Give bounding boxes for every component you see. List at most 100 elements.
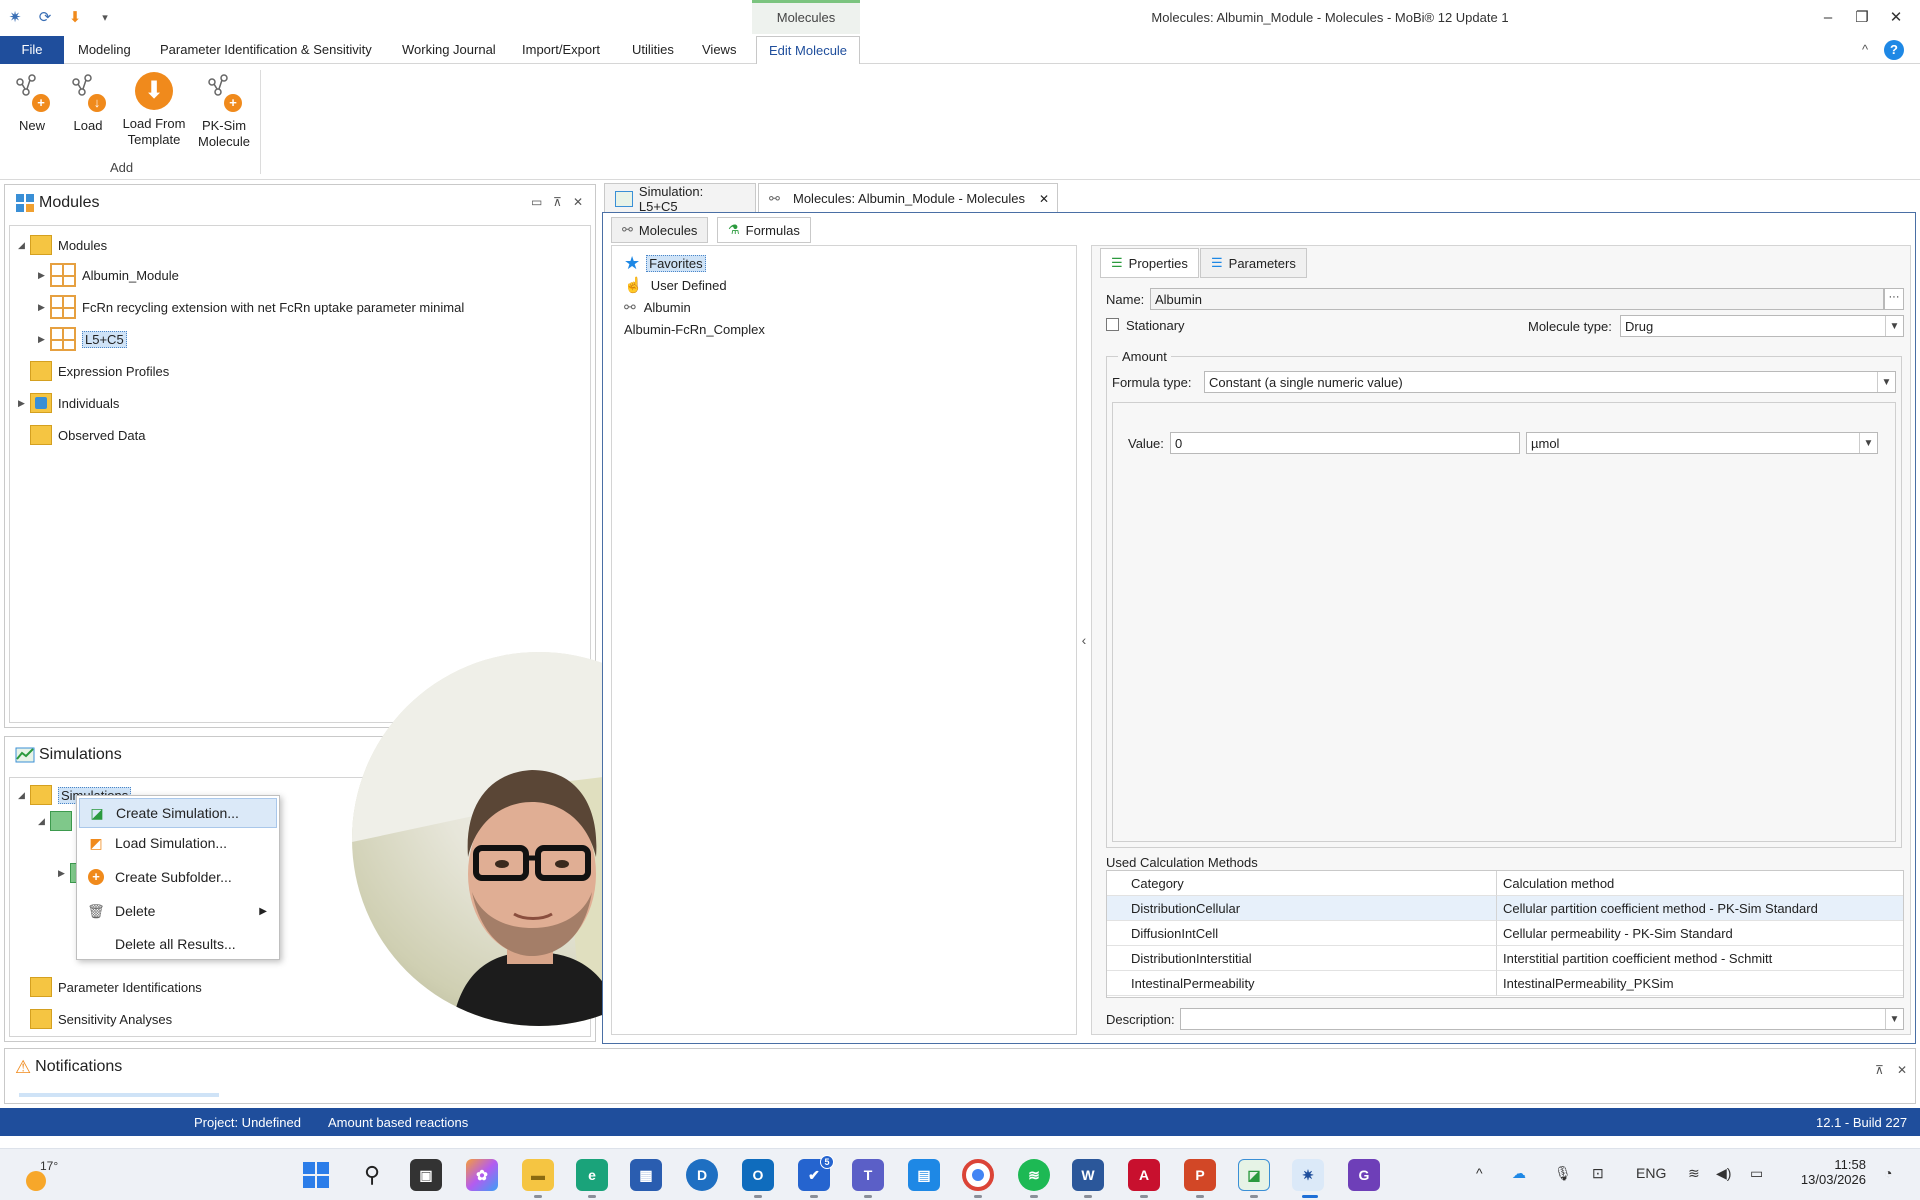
battery-icon[interactable]: ▭: [1750, 1165, 1763, 1182]
collapse-arrow-icon[interactable]: ◢: [18, 240, 30, 251]
load-molecule-button[interactable]: ↓ Load: [64, 70, 112, 134]
stationary-checkbox[interactable]: [1106, 318, 1119, 331]
table-row-category[interactable]: DiffusionIntCell: [1107, 921, 1497, 946]
word-icon[interactable]: W: [1072, 1159, 1104, 1191]
list-item-albumin[interactable]: ⚯ Albumin: [624, 296, 691, 318]
load-simulation-menu-item[interactable]: ◩ Load Simulation...: [79, 828, 277, 858]
panel-pin-icon[interactable]: ⊼: [1875, 1063, 1884, 1077]
menu-edit-molecule[interactable]: Edit Molecule: [756, 36, 861, 65]
tree-item-fcrn-module[interactable]: ▶ FcRn recycling extension with net FcRn …: [38, 295, 464, 319]
powerpoint-icon[interactable]: P: [1184, 1159, 1216, 1191]
edge-icon[interactable]: e: [576, 1159, 608, 1191]
expand-arrow-icon[interactable]: ▶: [58, 868, 70, 879]
delete-all-results-menu-item[interactable]: Delete all Results...: [79, 929, 277, 959]
tree-item-parameter-identifications[interactable]: Parameter Identifications: [18, 976, 202, 998]
close-tab-icon[interactable]: ✕: [1039, 192, 1049, 206]
language-indicator[interactable]: ENG: [1636, 1165, 1666, 1181]
create-simulation-menu-item[interactable]: ◪ Create Simulation...: [79, 798, 277, 828]
table-row-method[interactable]: Cellular partition coefficient method - …: [1497, 896, 1903, 921]
delete-menu-item[interactable]: 🗑 Delete ▶: [79, 896, 277, 926]
start-icon[interactable]: [300, 1159, 332, 1191]
onedrive-icon[interactable]: ☁: [1512, 1165, 1526, 1182]
collapse-arrow-icon[interactable]: ◢: [18, 790, 30, 801]
close-window-button[interactable]: ✕: [1876, 4, 1916, 30]
pk-sim-icon[interactable]: ◪: [1238, 1159, 1270, 1191]
molecule-type-select[interactable]: Drug ▼: [1620, 315, 1904, 337]
table-row-method[interactable]: IntestinalPermeability_PKSim: [1497, 971, 1903, 996]
collapse-arrow-icon[interactable]: ◢: [38, 816, 50, 827]
meet-now-icon[interactable]: ⊡: [1592, 1165, 1604, 1182]
menu-parameter-identification[interactable]: Parameter Identification & Sensitivity: [148, 36, 384, 64]
tab-simulation-l5c5[interactable]: Simulation: L5+C5: [604, 183, 756, 214]
search-icon[interactable]: ⚲: [356, 1159, 388, 1191]
expand-arrow-icon[interactable]: ▶: [38, 270, 50, 281]
formula-type-select[interactable]: Constant (a single numeric value) ▼: [1204, 371, 1896, 393]
table-row-category[interactable]: DistributionInterstitial: [1107, 946, 1497, 971]
menu-import-export[interactable]: Import/Export: [510, 36, 612, 64]
table-row-category[interactable]: DistributionCellular: [1107, 896, 1497, 921]
value-input[interactable]: 0: [1170, 432, 1520, 454]
name-field[interactable]: Albumin: [1150, 288, 1884, 310]
new-project-icon[interactable]: ⟳: [34, 6, 56, 28]
list-item-favorites[interactable]: ★ Favorites: [624, 252, 706, 274]
list-item-user-defined[interactable]: ☝ User Defined: [624, 274, 727, 296]
description-input[interactable]: ▼: [1180, 1008, 1904, 1030]
wifi-icon[interactable]: ≋: [1688, 1165, 1700, 1182]
save-icon[interactable]: ⬇: [64, 6, 86, 28]
pk-sim-molecule-button[interactable]: + PK-Sim Molecule: [196, 70, 252, 150]
tree-item-observed-data[interactable]: Observed Data: [18, 424, 145, 446]
tree-item-expression-profiles[interactable]: Expression Profiles: [18, 360, 169, 382]
load-from-template-button[interactable]: ⬇ Load From Template: [118, 70, 190, 148]
copilot-icon[interactable]: ✿: [466, 1159, 498, 1191]
microphone-icon[interactable]: 🎙: [1554, 1165, 1572, 1182]
name-ellipsis-button[interactable]: ···: [1884, 288, 1904, 310]
menu-utilities[interactable]: Utilities: [620, 36, 686, 64]
mobi-icon[interactable]: ✷: [1292, 1159, 1324, 1191]
subtab-formulas[interactable]: ⚗ Formulas: [717, 217, 811, 243]
tray-overflow-icon[interactable]: ^: [1476, 1165, 1483, 1181]
tab-parameters[interactable]: ☰ Parameters: [1200, 248, 1307, 278]
expand-arrow-icon[interactable]: ▶: [38, 334, 50, 345]
dell-icon[interactable]: D: [686, 1159, 718, 1191]
menu-modeling[interactable]: Modeling: [66, 36, 143, 64]
unit-select[interactable]: µmol ▼: [1526, 432, 1878, 454]
store-icon[interactable]: ▦: [630, 1159, 662, 1191]
tree-item-individuals[interactable]: ▶ Individuals: [18, 392, 119, 414]
ribbon-collapse-icon[interactable]: ^: [1850, 36, 1880, 64]
tree-item-albumin-module[interactable]: ▶ Albumin_Module: [38, 263, 179, 287]
tree-item-simulation-node[interactable]: ◢: [38, 810, 78, 832]
teams-icon[interactable]: T: [852, 1159, 884, 1191]
app-icon[interactable]: ✷: [4, 6, 26, 28]
tree-item-sensitivity-analyses[interactable]: Sensitivity Analyses: [18, 1008, 172, 1030]
help-icon[interactable]: ?: [1884, 40, 1904, 60]
chrome-icon[interactable]: [962, 1159, 994, 1191]
menu-file[interactable]: File: [0, 36, 64, 64]
panel-pin-icon[interactable]: ⊼: [553, 195, 562, 209]
panel-close-icon[interactable]: ✕: [1897, 1063, 1907, 1077]
splitter-collapse-icon[interactable]: ‹: [1077, 245, 1091, 1035]
tab-molecules-albumin-module[interactable]: ⚯ Molecules: Albumin_Module - Molecules …: [758, 183, 1058, 213]
create-subfolder-menu-item[interactable]: + Create Subfolder...: [79, 862, 277, 892]
spotify-icon[interactable]: ≋: [1018, 1159, 1050, 1191]
todo-icon[interactable]: ✔ 5: [798, 1155, 834, 1191]
calendar-icon[interactable]: ▤: [908, 1159, 940, 1191]
menu-views[interactable]: Views: [690, 36, 748, 64]
table-row-method[interactable]: Interstitial partition coefficient metho…: [1497, 946, 1903, 971]
subtab-molecules[interactable]: ⚯ Molecules: [611, 217, 709, 243]
new-molecule-button[interactable]: + New: [8, 70, 56, 134]
task-view-icon[interactable]: ▣: [410, 1159, 442, 1191]
volume-icon[interactable]: ◀): [1716, 1165, 1731, 1182]
expand-arrow-icon[interactable]: ▶: [38, 302, 50, 313]
menu-working-journal[interactable]: Working Journal: [390, 36, 508, 64]
expand-arrow-icon[interactable]: ▶: [18, 398, 30, 409]
clock[interactable]: 11:58 13/03/2026: [1786, 1157, 1866, 1187]
table-row-category[interactable]: IntestinalPermeability: [1107, 971, 1497, 996]
weather-widget[interactable]: 17°: [22, 1159, 58, 1191]
qat-dropdown-icon[interactable]: ▾: [94, 6, 116, 28]
notification-bell-icon[interactable]: ◔: [1884, 1165, 1892, 1181]
file-explorer-icon[interactable]: ▬: [522, 1159, 554, 1191]
tree-item-modules[interactable]: ◢ Modules: [18, 234, 107, 256]
tab-properties[interactable]: ☰ Properties: [1100, 248, 1199, 278]
list-item-albumin-fcrn-complex[interactable]: Albumin-FcRn_Complex: [624, 318, 765, 340]
acrobat-icon[interactable]: A: [1128, 1159, 1160, 1191]
